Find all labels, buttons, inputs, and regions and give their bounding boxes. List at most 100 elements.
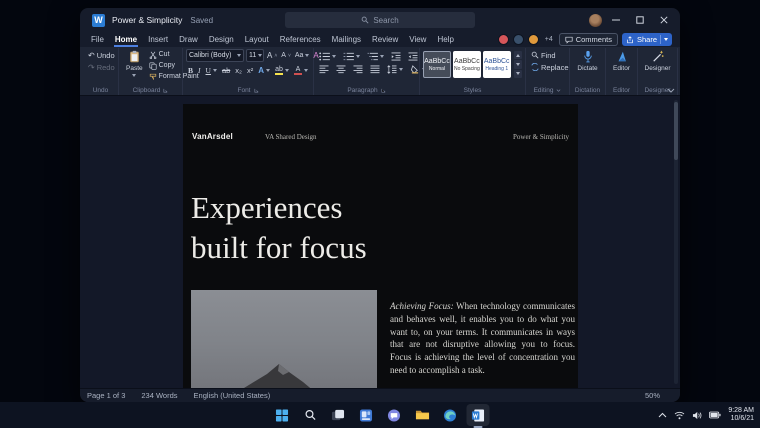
find-button[interactable]: Find (529, 49, 558, 61)
clipboard-dialog-launcher-icon[interactable] (163, 88, 168, 93)
align-right-icon (353, 65, 363, 74)
tab-mailings[interactable]: Mailings (331, 32, 362, 47)
justify-button[interactable] (368, 64, 382, 74)
tab-file[interactable]: File (90, 32, 105, 47)
replace-button[interactable]: Replace (529, 61, 571, 73)
align-center-button[interactable] (334, 64, 348, 74)
scrollbar-thumb[interactable] (674, 102, 678, 160)
strikethrough-button[interactable]: ab (220, 64, 232, 76)
multilevel-list-icon (367, 52, 378, 61)
page-header: VanArsdel VA Shared Design Power & Simpl… (192, 132, 569, 141)
style-card-no-spacing[interactable]: AaBbCc No Spacing (453, 51, 481, 78)
editing-expand-icon[interactable] (556, 88, 561, 93)
redo-button[interactable]: ↷ Redo (86, 61, 117, 73)
battery-icon[interactable] (709, 411, 721, 419)
edge-button[interactable] (439, 404, 462, 426)
change-case-button[interactable]: Aa (294, 50, 311, 62)
tab-view[interactable]: View (408, 32, 427, 47)
task-view-button[interactable] (327, 404, 350, 426)
shrink-font-button[interactable]: A˅ (280, 50, 292, 62)
user-avatar[interactable] (589, 14, 602, 27)
tab-design[interactable]: Design (208, 32, 235, 47)
subscript-button[interactable]: x₂ (233, 64, 244, 76)
line-spacing-icon (387, 65, 397, 74)
language-indicator[interactable]: English (United States) (194, 391, 271, 400)
underline-button[interactable]: U (204, 64, 219, 76)
tab-layout[interactable]: Layout (244, 32, 270, 47)
increase-indent-button[interactable] (406, 51, 420, 61)
editor-button[interactable]: Editor (609, 49, 634, 73)
widgets-button[interactable] (355, 404, 378, 426)
search-box[interactable]: Search (285, 12, 475, 28)
collapse-ribbon-icon[interactable] (667, 88, 675, 93)
line-spacing-button[interactable] (385, 64, 405, 74)
collaborator-avatar-2[interactable] (513, 34, 524, 45)
document-title: Power & Simplicity (112, 15, 182, 25)
tab-help[interactable]: Help (436, 32, 454, 47)
font-dialog-launcher-icon[interactable] (254, 88, 259, 93)
collaborator-avatar-3[interactable] (528, 34, 539, 45)
decrease-indent-button[interactable] (389, 51, 403, 61)
paste-button[interactable]: Paste (122, 49, 147, 78)
dictate-button[interactable]: Dictate (573, 49, 601, 73)
styles-scroll-down-button[interactable] (514, 60, 522, 68)
styles-scroll-up-button[interactable] (514, 51, 522, 59)
start-button[interactable] (271, 404, 294, 426)
tab-draw[interactable]: Draw (178, 32, 199, 47)
zoom-level[interactable]: 50% (645, 391, 660, 400)
file-explorer-button[interactable] (411, 404, 434, 426)
undo-button[interactable]: ↶ Undo (86, 49, 117, 61)
save-status[interactable]: Saved (190, 16, 213, 25)
style-card-heading-1[interactable]: AaBbCc Heading 1 (483, 51, 511, 78)
font-color-button[interactable]: A (292, 64, 310, 76)
vertical-scrollbar[interactable] (674, 100, 678, 384)
paste-dropdown-icon[interactable] (132, 74, 136, 77)
share-dropdown-icon[interactable] (664, 38, 668, 41)
minimize-button[interactable] (606, 11, 626, 29)
maximize-button[interactable] (630, 11, 650, 29)
tray-overflow-icon[interactable] (658, 412, 667, 418)
collaborator-overflow-count[interactable]: +4 (545, 36, 553, 43)
font-family-select[interactable]: Calibri (Body) (186, 49, 244, 62)
highlight-color-button[interactable]: ab (273, 64, 291, 76)
align-right-button[interactable] (351, 64, 365, 74)
style-card-normal[interactable]: AaBbCc Normal (423, 51, 451, 78)
word-count[interactable]: 234 Words (141, 391, 177, 400)
close-button[interactable] (654, 11, 674, 29)
chat-button[interactable] (383, 404, 406, 426)
styles-gallery-more-button[interactable] (514, 70, 522, 78)
text-effects-button[interactable]: A (256, 64, 272, 76)
page-count[interactable]: Page 1 of 3 (87, 391, 125, 400)
font-size-select[interactable]: 11 (246, 49, 264, 62)
taskbar-search-button[interactable] (299, 404, 322, 426)
bold-button[interactable]: B (186, 64, 195, 76)
multilevel-list-button[interactable] (365, 51, 386, 61)
taskbar-search-icon (304, 409, 316, 421)
taskbar-word-button[interactable] (467, 404, 490, 426)
paragraph-dialog-launcher-icon[interactable] (381, 88, 386, 93)
tab-review[interactable]: Review (371, 32, 399, 47)
superscript-button[interactable]: x² (245, 64, 255, 76)
share-button[interactable]: Share (622, 33, 672, 46)
document-canvas[interactable]: VanArsdel VA Shared Design Power & Simpl… (80, 96, 680, 388)
tab-home[interactable]: Home (114, 32, 138, 47)
shading-icon (410, 65, 420, 74)
windows-start-icon (276, 409, 289, 422)
comments-button[interactable]: Comments (559, 33, 618, 46)
designer-button[interactable]: Designer (641, 49, 675, 73)
tab-references[interactable]: References (279, 32, 322, 47)
italic-button[interactable]: I (196, 64, 203, 76)
wifi-icon[interactable] (674, 411, 685, 420)
volume-icon[interactable] (692, 411, 702, 420)
tab-insert[interactable]: Insert (147, 32, 169, 47)
align-left-button[interactable] (317, 64, 331, 74)
editor-icon (616, 50, 628, 63)
bullet-list-button[interactable] (317, 51, 338, 61)
document-page[interactable]: VanArsdel VA Shared Design Power & Simpl… (183, 104, 578, 388)
numbered-list-button[interactable] (341, 51, 362, 61)
collaborator-avatar-1[interactable] (498, 34, 509, 45)
chat-icon (388, 409, 401, 422)
document-heading: Experiences built for focus (191, 188, 367, 268)
grow-font-button[interactable]: A˄ (266, 50, 278, 62)
taskbar-clock[interactable]: 9:28 AM 10/6/21 (728, 407, 754, 424)
